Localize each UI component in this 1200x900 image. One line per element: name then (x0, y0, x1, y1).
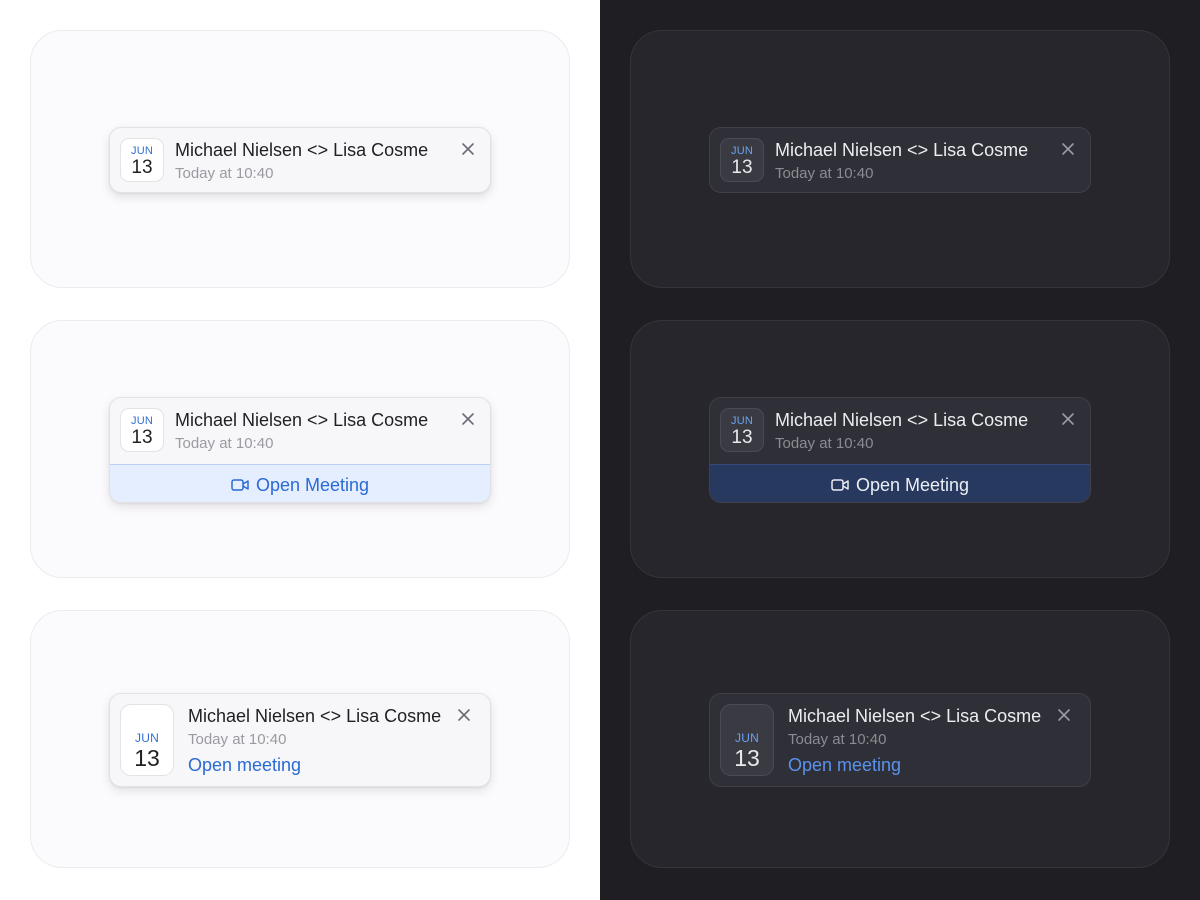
event-time: Today at 10:40 (775, 435, 874, 452)
event-title: Michael Nielsen <> Lisa Cosme (188, 706, 442, 726)
event-time: Today at 10:40 (188, 731, 287, 748)
notification-card[interactable]: JUN 13 Michael Nielsen <> Lisa Cosme Tod… (709, 127, 1091, 193)
event-title: Michael Nielsen <> Lisa Cosme (788, 706, 1042, 726)
notification-card[interactable]: JUN 13 Michael Nielsen <> Lisa Cosme Tod… (709, 693, 1091, 787)
video-camera-icon (831, 479, 849, 491)
event-title: Michael Nielsen <> Lisa Cosme (175, 410, 429, 430)
calendar-day: 13 (731, 157, 753, 178)
notification-card[interactable]: JUN 13 Michael Nielsen <> Lisa Cosme Tod… (709, 397, 1091, 503)
open-meeting-label: Open Meeting (855, 474, 970, 495)
open-meeting-label: Open Meeting (255, 474, 370, 495)
close-icon[interactable] (1060, 141, 1076, 157)
notification-card[interactable]: JUN 13 Michael Nielsen <> Lisa Cosme Tod… (109, 693, 491, 787)
calendar-month: JUN (131, 415, 153, 427)
light-theme-column: JUN 13 Michael Nielsen <> Lisa Cosme Tod… (0, 0, 600, 900)
close-icon[interactable] (460, 141, 476, 157)
event-time: Today at 10:40 (175, 165, 274, 182)
calendar-day: 13 (731, 427, 753, 448)
calendar-month: JUN (735, 731, 759, 745)
calendar-date-icon: JUN 13 (720, 138, 764, 182)
event-title: Michael Nielsen <> Lisa Cosme (775, 410, 1029, 430)
close-icon[interactable] (1060, 411, 1076, 427)
dark-inline-link-panel: JUN 13 Michael Nielsen <> Lisa Cosme Tod… (630, 610, 1170, 868)
calendar-month: JUN (731, 145, 753, 157)
video-camera-icon (231, 479, 249, 491)
calendar-day: 13 (134, 745, 160, 771)
event-title: Michael Nielsen <> Lisa Cosme (775, 140, 1029, 160)
calendar-date-icon: JUN 13 (120, 704, 174, 776)
dark-compact-panel: JUN 13 Michael Nielsen <> Lisa Cosme Tod… (630, 30, 1170, 288)
close-icon[interactable] (456, 707, 472, 723)
calendar-month: JUN (131, 145, 153, 157)
close-icon[interactable] (460, 411, 476, 427)
event-title: Michael Nielsen <> Lisa Cosme (175, 140, 429, 160)
calendar-month: JUN (731, 415, 753, 427)
calendar-day: 13 (131, 157, 153, 178)
calendar-day: 13 (734, 745, 760, 771)
open-meeting-button[interactable]: Open Meeting (110, 464, 490, 502)
calendar-date-icon: JUN 13 (720, 704, 774, 776)
calendar-day: 13 (131, 427, 153, 448)
dark-action-bar-panel: JUN 13 Michael Nielsen <> Lisa Cosme Tod… (630, 320, 1170, 578)
light-compact-panel: JUN 13 Michael Nielsen <> Lisa Cosme Tod… (30, 30, 570, 288)
calendar-date-icon: JUN 13 (120, 138, 164, 182)
calendar-date-icon: JUN 13 (720, 408, 764, 452)
calendar-month: JUN (135, 731, 159, 745)
dark-theme-column: JUN 13 Michael Nielsen <> Lisa Cosme Tod… (600, 0, 1200, 900)
calendar-date-icon: JUN 13 (120, 408, 164, 452)
open-meeting-button[interactable]: Open Meeting (710, 464, 1090, 502)
light-action-bar-panel: JUN 13 Michael Nielsen <> Lisa Cosme Tod… (30, 320, 570, 578)
event-time: Today at 10:40 (788, 731, 887, 748)
open-meeting-link[interactable]: Open meeting (788, 755, 901, 776)
event-time: Today at 10:40 (175, 435, 274, 452)
open-meeting-link[interactable]: Open meeting (188, 755, 301, 776)
event-time: Today at 10:40 (775, 165, 874, 182)
notification-card[interactable]: JUN 13 Michael Nielsen <> Lisa Cosme Tod… (109, 397, 491, 503)
notification-card[interactable]: JUN 13 Michael Nielsen <> Lisa Cosme Tod… (109, 127, 491, 193)
close-icon[interactable] (1056, 707, 1072, 723)
light-inline-link-panel: JUN 13 Michael Nielsen <> Lisa Cosme Tod… (30, 610, 570, 868)
